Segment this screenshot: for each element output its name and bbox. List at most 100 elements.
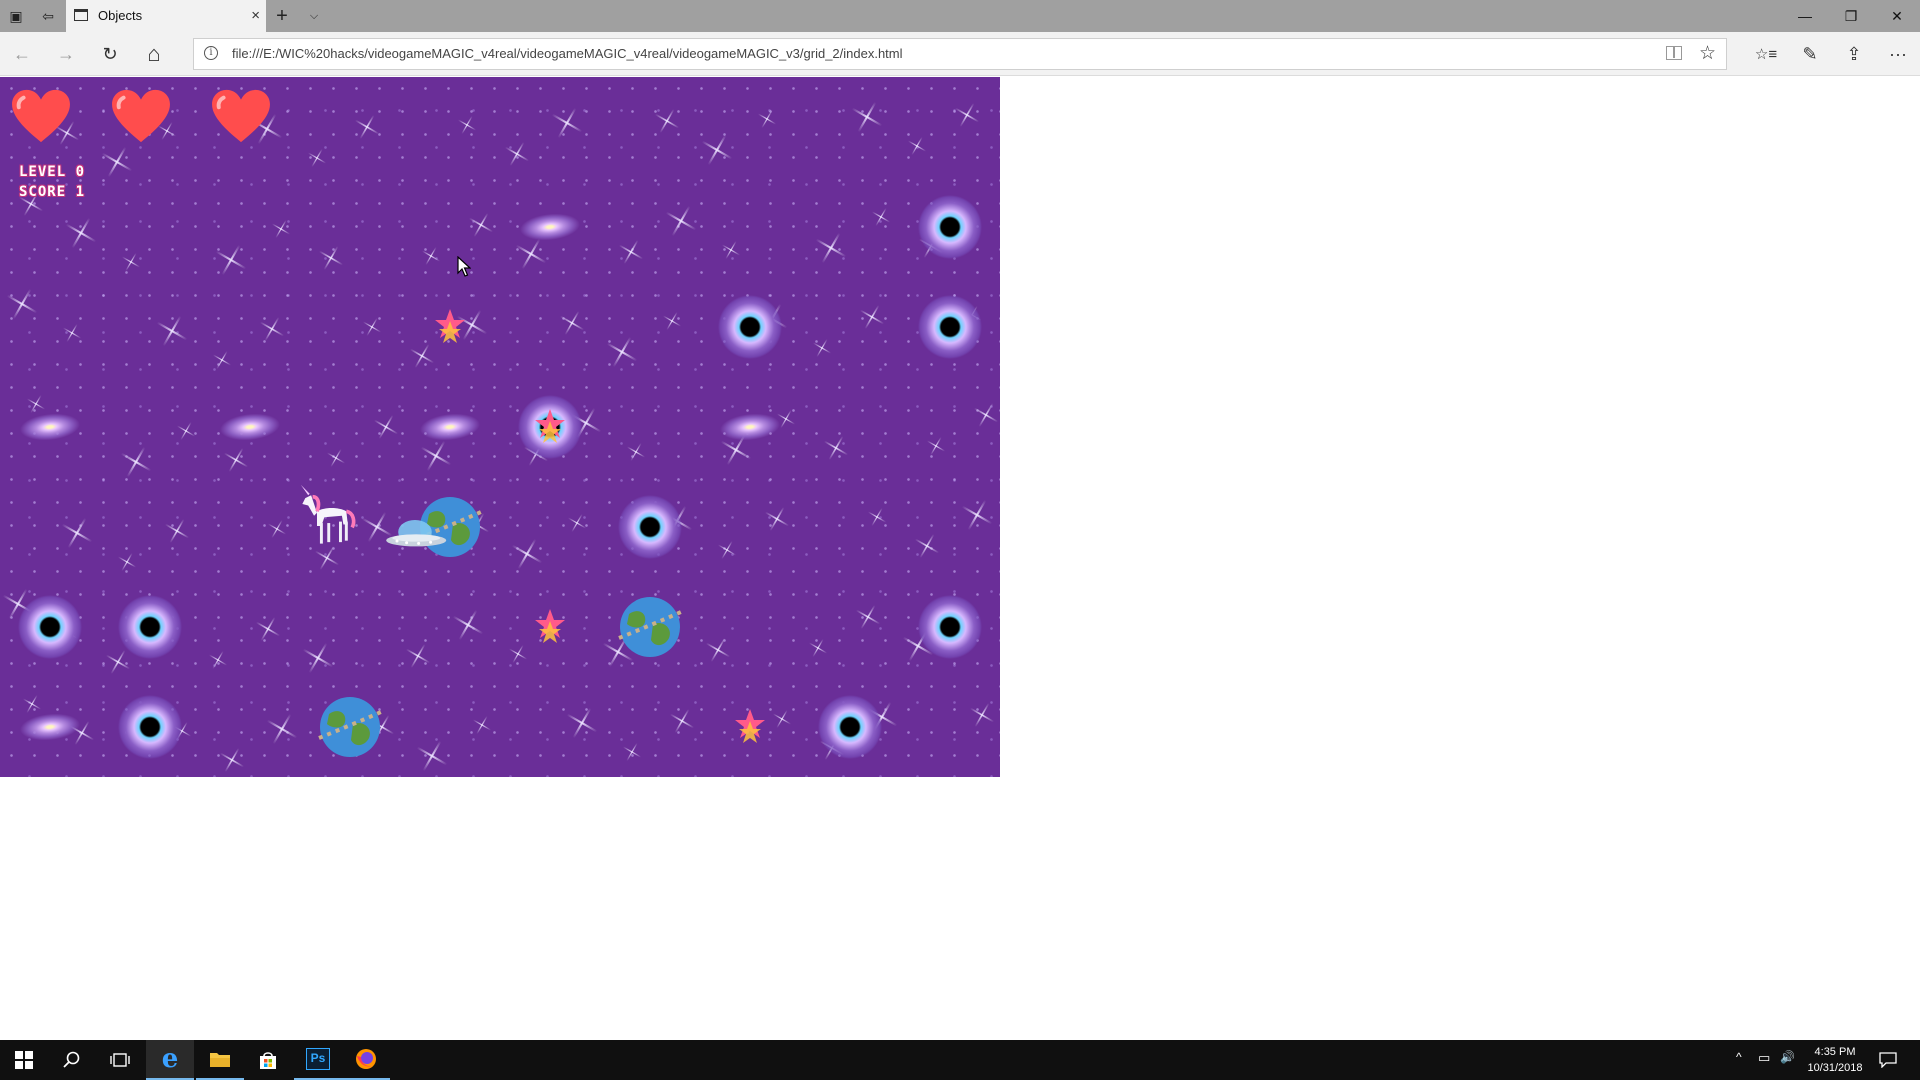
firefox-taskbar-button[interactable] [342,1040,390,1080]
tab-manager-icon[interactable]: ▣ [0,0,32,32]
life-heart-icon [10,88,72,144]
sparkle-decoration [763,505,790,532]
sparkle-decoration [258,315,285,342]
black-hole-icon [118,695,182,759]
refresh-button[interactable]: ↻ [94,38,126,70]
tab-close-icon[interactable]: × [251,7,260,24]
sparkle-decoration [867,507,887,527]
sparkle-decoration [514,237,548,271]
search-button[interactable] [48,1040,96,1080]
site-info-icon[interactable]: i [204,46,218,60]
life-heart-icon [110,88,172,144]
store-taskbar-button[interactable] [244,1040,292,1080]
sparkle-decoration [717,540,737,560]
galaxy-icon [218,410,282,444]
address-bar[interactable]: i file:///E:/WIC%20hacks/videogameMAGIC_… [193,38,1727,70]
favorites-hub-icon[interactable]: ☆≡ [1750,38,1782,70]
sparkle-decoration [700,133,734,167]
more-menu-icon[interactable]: ··· [1882,38,1914,70]
web-notes-icon[interactable]: ✎ [1794,38,1826,70]
task-view-button[interactable] [96,1040,144,1080]
star-pickup-icon [534,607,566,647]
level-label: LEVEL 0 [19,164,86,180]
sparkle-decoration [64,216,98,250]
taskbar: e Ps ^ ▭ 🔊 4:35 PM 10/31/2018 [0,1040,1920,1080]
sparkle-decoration [155,314,189,348]
photoshop-icon: Ps [306,1048,330,1070]
sparkle-decoration [617,238,644,265]
sparkle-decoration [472,715,492,735]
sparkle-decoration [254,615,281,642]
planet-icon [617,594,683,660]
volume-icon[interactable]: 🔊 [1780,1050,1795,1064]
game-canvas[interactable] [0,77,1000,777]
folder-icon [210,1053,230,1067]
start-button[interactable] [0,1040,48,1080]
galaxy-icon [18,410,82,444]
close-window-button[interactable]: ✕ [1874,0,1920,32]
ufo-icon [385,502,451,568]
new-tab-button[interactable]: + [266,0,298,32]
action-center-button[interactable] [1864,1040,1912,1080]
sparkle-decoration [772,709,792,729]
unicorn-player-icon [295,482,361,548]
clock[interactable]: 4:35 PM 10/31/2018 [1795,1044,1875,1076]
reading-view-icon[interactable] [1666,46,1682,60]
sparkle-decoration [814,231,848,265]
black-hole-icon [818,695,882,759]
black-hole-icon [718,295,782,359]
back-button[interactable]: ← [6,38,38,70]
sparkle-decoration [62,323,82,343]
sparkle-decoration [208,650,228,670]
sparkle-decoration [605,335,639,369]
photoshop-taskbar-button[interactable]: Ps [294,1040,342,1080]
sparkle-decoration [926,436,946,456]
edge-taskbar-button[interactable]: e [146,1040,194,1080]
share-icon[interactable]: ⇪ [1838,38,1870,70]
show-hidden-icons-chevron-icon[interactable]: ^ [1736,1050,1742,1064]
search-icon [63,1051,80,1068]
clock-time: 4:35 PM [1814,1046,1856,1058]
tab-title: Objects [98,8,143,23]
sparkle-decoration [626,442,646,462]
sparkle-decoration [415,739,449,773]
sparkle-decoration [550,106,584,140]
sparkle-decoration [408,342,435,369]
url-text[interactable]: file:///E:/WIC%20hacks/videogameMAGIC_v4… [232,46,903,61]
minimize-button[interactable]: — [1782,0,1828,32]
sparkle-decoration [757,109,777,129]
sparkle-decoration [664,204,698,238]
sparkle-decoration [812,338,832,358]
add-favorite-icon[interactable]: ☆ [1699,42,1716,65]
windows-logo-icon [15,1051,33,1069]
sparkle-decoration [26,394,46,414]
task-view-icon [110,1053,130,1067]
clock-date: 10/31/2018 [1807,1062,1863,1074]
sparkle-decoration [953,101,980,128]
black-hole-icon [18,595,82,659]
sparkle-decoration [60,516,94,550]
sparkle-decoration [668,707,695,734]
galaxy-icon [418,410,482,444]
sparkle-decoration [457,115,477,135]
sparkle-decoration [119,445,153,479]
sparkle-decoration [721,240,741,260]
sparkle-decoration [653,107,680,134]
star-pickup-icon [734,707,766,747]
title-bar: ▣ ⇦ Objects × + ⌵ — ❐ ✕ [0,0,1920,32]
file-explorer-taskbar-button[interactable] [196,1040,244,1080]
sparkle-decoration [907,136,927,156]
sparkle-decoration [100,145,134,179]
sparkle-decoration [212,350,232,370]
sparkle-decoration [317,244,344,271]
restore-button[interactable]: ❐ [1828,0,1874,32]
forward-button[interactable]: → [50,38,82,70]
network-icon[interactable]: ▭ [1758,1050,1770,1066]
galaxy-icon [718,410,782,444]
tab-preview-chevron-icon[interactable]: ⌵ [298,0,330,32]
set-tabs-aside-icon[interactable]: ⇦ [32,0,64,32]
home-button[interactable]: ⌂ [138,38,170,70]
galaxy-icon [518,210,582,244]
tab-objects[interactable]: Objects × [66,0,266,32]
navigation-bar: ← → ↻ ⌂ i file:///E:/WIC%20hacks/videoga… [0,32,1920,76]
